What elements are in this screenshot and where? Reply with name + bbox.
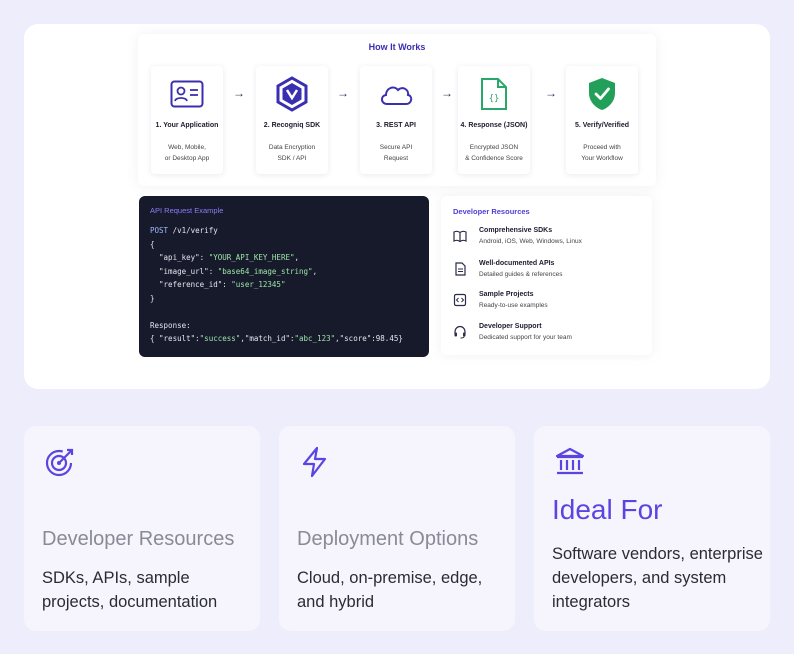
step-title: 5. Verify/Verified	[574, 122, 630, 129]
resource-item[interactable]: Well-documented APIs Detailed guides & r…	[453, 260, 643, 288]
step-desc: Your Workflow	[581, 155, 623, 162]
code-line: "image_url": "base64_image_string",	[150, 265, 418, 279]
book-icon	[453, 229, 467, 243]
headset-icon	[453, 325, 467, 339]
code-key: "api_key":	[150, 253, 209, 262]
bank-icon	[554, 446, 586, 478]
arrow-icon: →	[337, 86, 349, 100]
code-comma: ,	[312, 266, 318, 276]
code-key: { "result":	[150, 334, 200, 343]
code-value: "success"	[199, 334, 241, 343]
step-desc: Web, Mobile,	[168, 144, 206, 151]
resources-title: Developer Resources	[453, 207, 530, 216]
code-key: "reference_id":	[150, 280, 232, 289]
step-title: 2. Recogniq SDK	[263, 122, 321, 129]
resource-title: Developer Support	[479, 323, 542, 330]
arrow-icon: →	[545, 86, 557, 100]
resource-desc: Dedicated support for your team	[479, 334, 572, 341]
ideal-for-card: Ideal For Software vendors, enterprise d…	[534, 426, 770, 631]
code-line: {	[150, 239, 155, 249]
sdk-hexagon-icon	[256, 76, 328, 112]
target-icon	[44, 446, 76, 478]
resource-desc: Detailed guides & references	[479, 271, 563, 278]
api-request-code-panel: API Request Example POST /v1/verify { "a…	[139, 196, 429, 357]
code-panel-title: API Request Example	[150, 206, 224, 215]
code-line: }	[150, 293, 155, 303]
step-title: 1. Your Application	[155, 122, 219, 129]
cloud-icon	[360, 76, 432, 112]
resource-title: Comprehensive SDKs	[479, 227, 553, 234]
arrow-icon: →	[441, 86, 453, 100]
code-file-icon	[453, 293, 467, 307]
code-line: { "result":"success","match_id":"abc_123…	[150, 332, 418, 346]
step-desc: SDK / API	[277, 155, 307, 162]
svg-text:{}: {}	[489, 94, 500, 104]
step-desc: & Confidence Score	[465, 155, 523, 162]
step-verify: 5. Verify/Verified Proceed with Your Work…	[566, 66, 638, 174]
json-file-icon: {}	[458, 76, 530, 112]
card-text: Cloud, on-premise, edge, and hybrid	[297, 569, 483, 611]
step-desc: or Desktop App	[164, 155, 210, 162]
card-title: Developer Resources	[42, 528, 235, 550]
shield-check-icon	[566, 76, 638, 112]
code-key: "image_url":	[150, 266, 218, 276]
code-value: "user_12345"	[231, 280, 286, 289]
resource-title: Well-documented APIs	[479, 260, 555, 267]
resource-item[interactable]: Sample Projects Ready-to-use examples	[453, 291, 643, 319]
step-desc: Data Encryption	[268, 144, 316, 151]
code-line: "reference_id": "user_12345"	[150, 278, 418, 292]
id-card-icon	[151, 76, 223, 112]
card-title: Ideal For	[552, 494, 663, 525]
deployment-options-card: Deployment Options Cloud, on-premise, ed…	[279, 426, 515, 631]
card-title: Deployment Options	[297, 528, 479, 550]
resource-item[interactable]: Comprehensive SDKs Android, iOS, Web, Wi…	[453, 227, 643, 255]
step-desc: Encrypted JSON	[469, 144, 519, 151]
step-your-application: 1. Your Application Web, Mobile, or Deskt…	[151, 66, 223, 174]
code-value: "base64_image_string"	[217, 266, 313, 276]
document-icon	[453, 262, 467, 276]
step-rest-api: 3. REST API Secure API Request	[360, 66, 432, 174]
code-key: ,"score":98.45}	[335, 334, 403, 343]
code-method: POST	[150, 226, 169, 235]
resource-item[interactable]: Developer Support Dedicated support for …	[453, 323, 643, 351]
card-text: SDKs, APIs, sample projects, documentati…	[42, 569, 218, 611]
step-response-json: {} 4. Response (JSON) Encrypted JSON & Co…	[458, 66, 530, 174]
resource-title: Sample Projects	[479, 291, 534, 298]
resource-desc: Android, iOS, Web, Windows, Linux	[479, 238, 582, 245]
step-desc: Request	[383, 155, 409, 162]
code-line: "api_key": "YOUR_API_KEY_HERE",	[150, 251, 418, 265]
developer-resources-card: Developer Resources SDKs, APIs, sample p…	[24, 426, 260, 631]
step-desc: Proceed with	[583, 144, 621, 151]
code-comma: ,	[294, 253, 300, 262]
code-key: ,"match_id":	[240, 334, 295, 343]
code-line: Response:	[150, 320, 191, 330]
step-title: 3. REST API	[376, 122, 416, 129]
step-title: 4. Response (JSON)	[460, 122, 528, 129]
step-desc: Secure API	[379, 144, 413, 151]
lightning-icon	[299, 446, 331, 478]
arrow-icon: →	[233, 86, 245, 100]
card-text: Software vendors, enterprise developers,…	[552, 545, 763, 611]
step-recogniq-sdk: 2. Recogniq SDK Data Encryption SDK / API	[256, 66, 328, 174]
developer-resources-panel: Developer Resources Comprehensive SDKs A…	[441, 196, 652, 355]
code-value: "abc_123"	[294, 334, 336, 343]
code-line: POST /v1/verify	[150, 224, 418, 238]
code-value: "YOUR_API_KEY_HERE"	[208, 253, 295, 262]
resource-desc: Ready-to-use examples	[479, 302, 548, 309]
code-path: /v1/verify	[168, 226, 218, 235]
flow-title: How It Works	[368, 42, 426, 52]
